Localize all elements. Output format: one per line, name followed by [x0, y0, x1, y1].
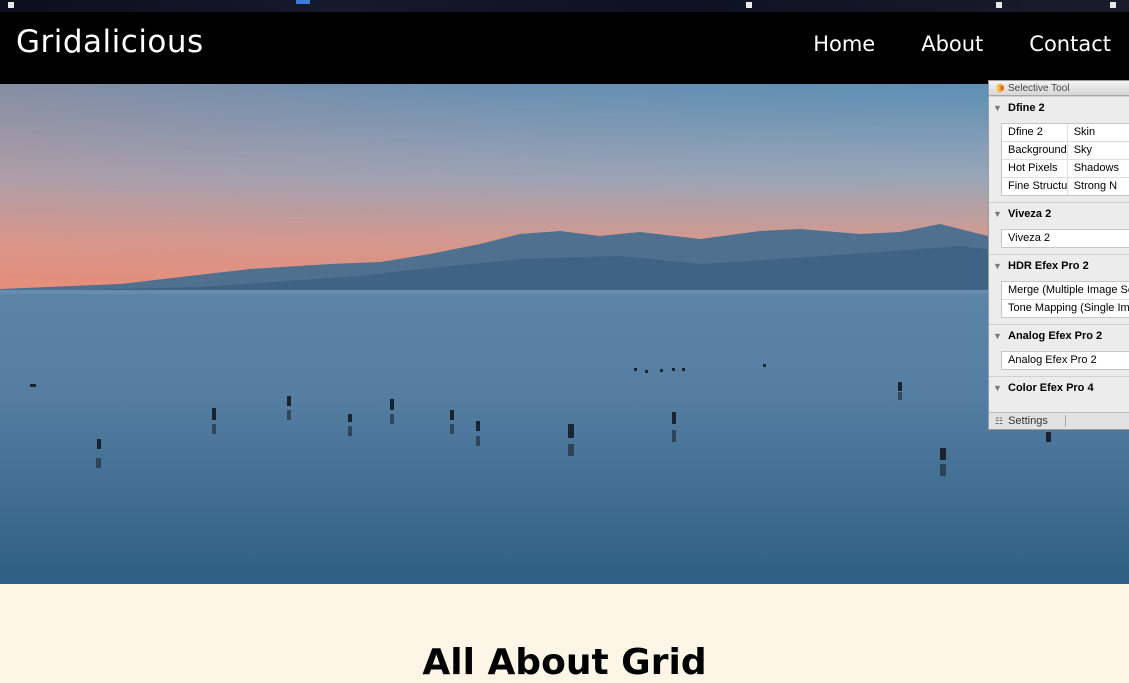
nav-contact-link[interactable]: Contact: [1029, 32, 1111, 56]
background-cell[interactable]: Background: [1002, 142, 1068, 159]
grid-row: Dfine 2 Skin: [1002, 124, 1129, 142]
site-navbar: Gridalicious Home About Contact: [0, 12, 1129, 84]
settings-bar[interactable]: ☷ Settings: [989, 412, 1129, 429]
dfine-grid: Dfine 2 Skin Background Sky Hot Pixels S…: [1001, 123, 1129, 196]
nav-home-link[interactable]: Home: [813, 32, 875, 56]
skin-cell[interactable]: Skin: [1068, 124, 1129, 141]
disclosure-triangle-icon[interactable]: ▼: [993, 331, 1003, 341]
shadows-cell[interactable]: Shadows: [1068, 160, 1129, 177]
grid-row: Hot Pixels Shadows: [1002, 160, 1129, 178]
selective-tool-panel[interactable]: Selective Tool ▼ Dfine 2 Dfine 2 Skin Ba…: [988, 80, 1129, 430]
status-icon: [996, 2, 1002, 8]
settings-label[interactable]: Settings: [1008, 415, 1048, 427]
disclosure-triangle-icon[interactable]: ▼: [993, 261, 1003, 271]
nav-links: Home About Contact: [813, 32, 1111, 56]
section-header-viveza[interactable]: ▼ Viveza 2: [989, 202, 1129, 225]
settings-divider: [1065, 415, 1066, 427]
hdr-grid: Merge (Multiple Image Se Tone Mapping (S…: [1001, 281, 1129, 318]
app-logo-icon: [996, 84, 1004, 92]
panel-titlebar[interactable]: Selective Tool: [989, 81, 1129, 96]
section-header-hdr[interactable]: ▼ HDR Efex Pro 2: [989, 254, 1129, 277]
section-title: All About Grid: [422, 641, 707, 683]
water: [0, 290, 1129, 584]
viveza-2-cell[interactable]: Viveza 2: [1002, 230, 1129, 247]
dfine-2-cell[interactable]: Dfine 2: [1002, 124, 1068, 141]
section-header-analog[interactable]: ▼ Analog Efex Pro 2: [989, 324, 1129, 347]
merge-cell[interactable]: Merge (Multiple Image Se: [1002, 282, 1129, 299]
fine-structure-cell[interactable]: Fine Structu...: [1002, 178, 1068, 195]
section-header-color-efex[interactable]: ▼ Color Efex Pro 4: [989, 376, 1129, 399]
settings-list-icon: ☷: [995, 415, 1004, 426]
grid-row: Viveza 2: [1002, 230, 1129, 247]
panel-title: Selective Tool: [1008, 82, 1070, 94]
menu-icon: [8, 2, 14, 8]
grid-row: Background Sky: [1002, 142, 1129, 160]
nav-about-link[interactable]: About: [921, 32, 983, 56]
grid-row: Fine Structu... Strong N: [1002, 178, 1129, 195]
grid-row: Analog Efex Pro 2: [1002, 352, 1129, 369]
strong-noise-cell[interactable]: Strong N: [1068, 178, 1129, 195]
disclosure-triangle-icon[interactable]: ▼: [993, 103, 1003, 113]
tone-mapping-cell[interactable]: Tone Mapping (Single Im: [1002, 300, 1129, 317]
viveza-grid: Viveza 2: [1001, 229, 1129, 248]
disclosure-triangle-icon[interactable]: ▼: [993, 209, 1003, 219]
browser-top-strip: [0, 0, 1129, 12]
analog-efex-cell[interactable]: Analog Efex Pro 2: [1002, 352, 1129, 369]
disclosure-triangle-icon[interactable]: ▼: [993, 383, 1003, 393]
grid-row: Merge (Multiple Image Se: [1002, 282, 1129, 300]
sky-cell[interactable]: Sky: [1068, 142, 1129, 159]
status-icon: [1110, 2, 1116, 8]
section-header-dfine[interactable]: ▼ Dfine 2: [989, 96, 1129, 119]
grid-row: Tone Mapping (Single Im: [1002, 300, 1129, 317]
hero-image: [0, 84, 1129, 584]
analog-grid: Analog Efex Pro 2: [1001, 351, 1129, 370]
tab-indicator: [296, 0, 310, 4]
hot-pixels-cell[interactable]: Hot Pixels: [1002, 160, 1068, 177]
status-icon: [746, 2, 752, 8]
site-logo[interactable]: Gridalicious: [16, 24, 204, 60]
